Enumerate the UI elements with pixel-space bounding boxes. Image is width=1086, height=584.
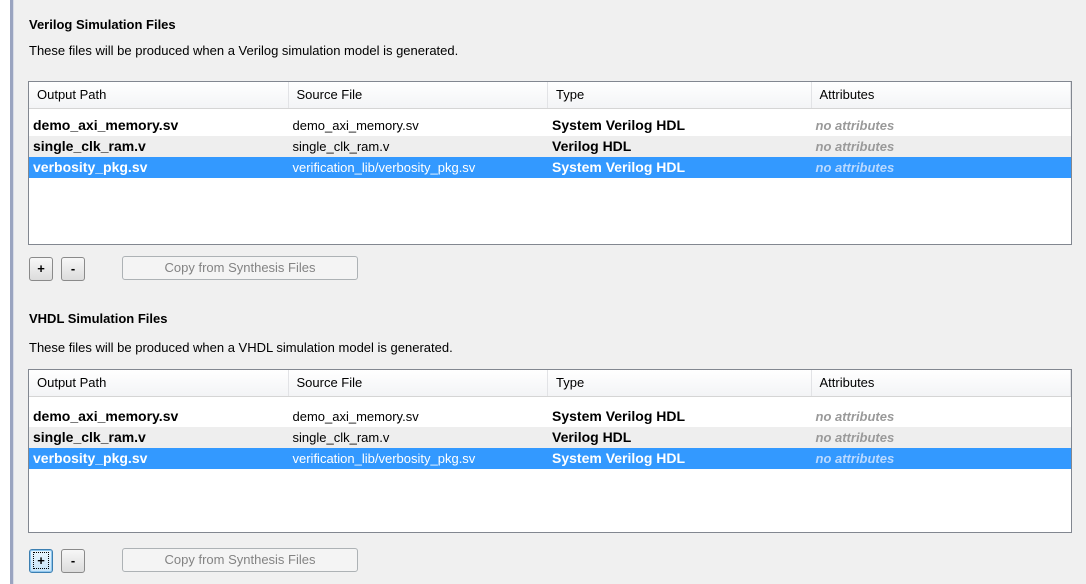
verilog-section-description: These files will be produced when a Veri…: [29, 43, 459, 58]
copy-label: Copy from Synthesis Files: [164, 260, 316, 275]
cell-type: System Verilog HDL: [552, 408, 686, 424]
column-header-source-file[interactable]: Source File: [289, 370, 548, 396]
cell-type: System Verilog HDL: [552, 117, 686, 133]
table-row[interactable]: single_clk_ram.v single_clk_ram.v Verilo…: [29, 136, 1071, 157]
cell-attributes: no attributes: [815, 409, 895, 424]
cell-output-path: verbosity_pkg.sv: [33, 159, 148, 175]
table-row[interactable]: single_clk_ram.v single_clk_ram.v Verilo…: [29, 427, 1071, 448]
cell-attributes: no attributes: [815, 160, 895, 175]
vhdl-files-table[interactable]: Output Path Source File Type Attributes …: [28, 369, 1072, 533]
table-header: Output Path Source File Type Attributes: [29, 82, 1071, 109]
column-header-attributes[interactable]: Attributes: [812, 370, 1071, 396]
cell-source-file: single_clk_ram.v: [292, 139, 390, 154]
vhdl-section-description: These files will be produced when a VHDL…: [29, 340, 453, 355]
column-header-attributes[interactable]: Attributes: [812, 82, 1071, 108]
verilog-copy-from-synthesis-button[interactable]: Copy from Synthesis Files: [122, 256, 358, 280]
vhdl-remove-file-button[interactable]: -: [61, 549, 85, 573]
copy-label: Copy from Synthesis Files: [164, 552, 316, 567]
cell-type: System Verilog HDL: [552, 450, 686, 466]
cell-attributes: no attributes: [815, 118, 895, 133]
column-header-source-file[interactable]: Source File: [289, 82, 548, 108]
cell-type: System Verilog HDL: [552, 159, 686, 175]
vhdl-copy-from-synthesis-button[interactable]: Copy from Synthesis Files: [122, 548, 358, 572]
add-label: +: [33, 552, 49, 569]
column-header-output-path[interactable]: Output Path: [29, 370, 289, 396]
cell-attributes: no attributes: [815, 430, 895, 445]
vhdl-add-file-button[interactable]: +: [29, 549, 53, 573]
cell-output-path: single_clk_ram.v: [33, 429, 146, 445]
verilog-remove-file-button[interactable]: -: [61, 257, 85, 281]
cell-output-path: demo_axi_memory.sv: [33, 117, 179, 133]
cell-type: Verilog HDL: [552, 138, 632, 154]
cell-attributes: no attributes: [815, 139, 895, 154]
splitter-highlight: [13, 0, 14, 584]
verilog-section-title: Verilog Simulation Files: [29, 17, 176, 32]
remove-label: -: [70, 553, 76, 568]
cell-type: Verilog HDL: [552, 429, 632, 445]
verilog-add-file-button[interactable]: +: [29, 257, 53, 281]
column-header-type[interactable]: Type: [548, 82, 812, 108]
vhdl-section-title: VHDL Simulation Files: [29, 311, 168, 326]
table-row-selected[interactable]: verbosity_pkg.sv verification_lib/verbos…: [29, 448, 1071, 469]
cell-output-path: demo_axi_memory.sv: [33, 408, 179, 424]
cell-output-path: single_clk_ram.v: [33, 138, 146, 154]
table-row[interactable]: demo_axi_memory.sv demo_axi_memory.sv Sy…: [29, 115, 1071, 136]
verilog-files-table[interactable]: Output Path Source File Type Attributes …: [28, 81, 1072, 245]
cell-source-file: verification_lib/verbosity_pkg.sv: [292, 160, 476, 175]
cell-source-file: single_clk_ram.v: [292, 430, 390, 445]
table-header: Output Path Source File Type Attributes: [29, 370, 1071, 397]
column-header-output-path[interactable]: Output Path: [29, 82, 289, 108]
table-row[interactable]: demo_axi_memory.sv demo_axi_memory.sv Sy…: [29, 406, 1071, 427]
remove-label: -: [70, 261, 76, 276]
left-panel-edge: [0, 0, 10, 584]
cell-source-file: verification_lib/verbosity_pkg.sv: [292, 451, 476, 466]
cell-output-path: verbosity_pkg.sv: [33, 450, 148, 466]
table-row-selected[interactable]: verbosity_pkg.sv verification_lib/verbos…: [29, 157, 1071, 178]
add-label: +: [37, 261, 45, 276]
cell-source-file: demo_axi_memory.sv: [292, 118, 419, 133]
cell-source-file: demo_axi_memory.sv: [292, 409, 419, 424]
column-header-type[interactable]: Type: [548, 370, 812, 396]
cell-attributes: no attributes: [815, 451, 895, 466]
